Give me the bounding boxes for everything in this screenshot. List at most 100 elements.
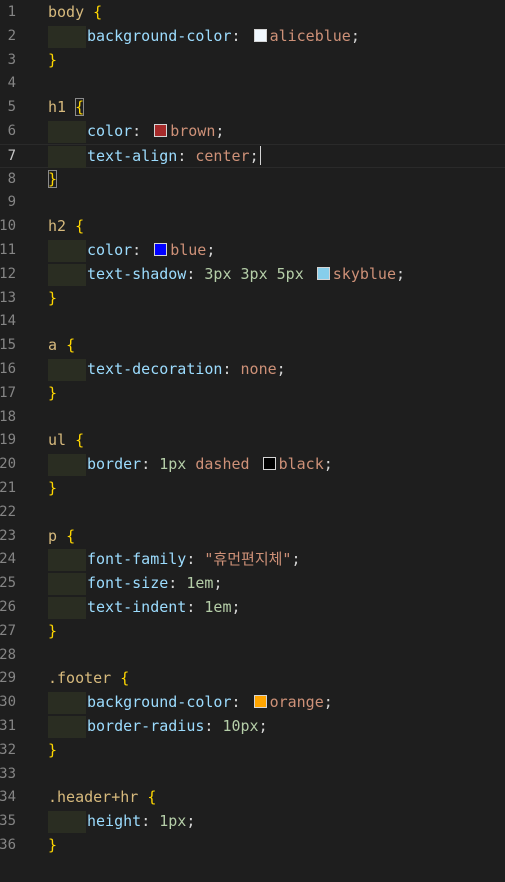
line-number: 11 <box>0 242 16 258</box>
color-swatch-icon[interactable] <box>154 243 168 256</box>
code-token: { <box>75 98 85 117</box>
code-line[interactable]: 13} <box>0 287 505 311</box>
line-number: 10 <box>0 218 16 235</box>
code-line[interactable]: 9 <box>0 191 505 215</box>
line-number: 35 <box>0 813 16 830</box>
line-number: 2 <box>7 27 16 44</box>
line-number: 12 <box>0 265 16 282</box>
indent-guide <box>48 25 86 48</box>
code-token: 3px <box>240 264 268 283</box>
line-number: 3 <box>7 51 16 68</box>
indent-guide <box>48 240 86 262</box>
code-token: orange <box>269 693 324 712</box>
code-line[interactable]: 17} <box>0 382 505 406</box>
code-line[interactable]: 33 <box>0 763 505 787</box>
code-token: { <box>93 3 103 21</box>
code-line[interactable]: 14 <box>0 310 505 334</box>
code-line[interactable]: 4 <box>0 72 505 96</box>
code-token: ; <box>249 146 259 165</box>
code-line[interactable]: 5 h1 { <box>0 96 505 120</box>
indent-guide <box>48 811 86 833</box>
line-number: 13 <box>0 289 16 306</box>
code-editor[interactable]: 1 body {2 background-color: aliceblue; 3} 4 5… <box>0 0 505 882</box>
color-swatch-icon[interactable] <box>154 124 168 137</box>
code-line[interactable]: 16 text-decoration: none; <box>0 358 505 382</box>
code-token: : <box>186 550 205 569</box>
code-line[interactable]: 12 text-shadow: 3px 3px 5px skyblue; <box>0 263 505 287</box>
indent-guide <box>48 549 86 572</box>
line-number: 19 <box>0 432 16 449</box>
line-code: } <box>48 49 57 73</box>
code-token: center <box>195 146 250 165</box>
code-line[interactable]: 20 border: 1px dashed black; <box>0 453 505 477</box>
code-token: ; <box>323 455 333 474</box>
code-line[interactable]: 2 background-color: aliceblue; <box>0 25 505 49</box>
code-line[interactable]: 18 <box>0 406 505 430</box>
line-number: 31 <box>0 718 16 734</box>
code-line[interactable]: 11 color: blue; <box>0 239 505 263</box>
code-line[interactable]: 31 border-radius: 10px; <box>0 715 505 739</box>
indent-guide <box>48 359 86 381</box>
code-line[interactable]: 22 <box>0 501 505 525</box>
line-code: font-family: "휴먼편지체"; <box>87 548 301 572</box>
code-token: } <box>48 50 58 69</box>
code-token: skyblue <box>332 264 396 283</box>
code-line[interactable]: 10 h2 { <box>0 215 505 239</box>
code-line[interactable]: 29 .footer { <box>0 667 505 691</box>
code-line[interactable]: 35 height: 1px; <box>0 810 505 834</box>
code-token: ; <box>186 812 196 831</box>
code-token: none <box>240 360 277 378</box>
color-swatch-icon[interactable] <box>253 28 267 42</box>
line-code: a { <box>48 334 75 358</box>
color-swatch-icon[interactable] <box>262 457 276 471</box>
code-line[interactable]: 36} <box>0 834 505 858</box>
code-line[interactable]: 24 font-family: "휴먼편지체"; <box>0 548 505 572</box>
code-token: } <box>48 479 58 497</box>
code-line[interactable]: 34 .header+hr { <box>0 786 505 810</box>
code-line[interactable]: 21} <box>0 477 505 501</box>
line-number: 28 <box>0 646 16 663</box>
line-number: 9 <box>7 194 16 211</box>
line-code: } <box>48 382 57 406</box>
code-line[interactable]: 6 color: brown; <box>0 120 505 144</box>
code-line[interactable]: 19 ul { <box>0 429 505 453</box>
code-token: 1em <box>186 574 214 593</box>
code-line[interactable]: 23 p { <box>0 525 505 549</box>
code-line[interactable]: 27} <box>0 620 505 644</box>
code-token: } <box>48 288 58 307</box>
code-token: { <box>120 669 130 688</box>
code-token: text-indent <box>87 598 187 616</box>
code-line[interactable]: 32} <box>0 739 505 763</box>
code-line[interactable]: 3} <box>0 49 505 73</box>
code-line[interactable]: 15 a { <box>0 334 505 358</box>
code-token: 3px <box>204 264 232 283</box>
color-swatch-icon[interactable] <box>316 266 330 280</box>
code-token: : <box>177 146 196 165</box>
line-number: 21 <box>0 480 16 496</box>
code-line[interactable]: 8} <box>0 168 505 192</box>
line-number: 30 <box>0 694 16 711</box>
code-token: : <box>141 455 160 474</box>
color-swatch-icon[interactable] <box>253 695 267 709</box>
indent-guide <box>48 145 86 168</box>
code-line[interactable]: 25 font-size: 1em; <box>0 572 505 596</box>
code-line[interactable]: 26 text-indent: 1em; <box>0 596 505 620</box>
line-code: text-decoration: none; <box>87 358 286 382</box>
code-line[interactable]: 28 <box>0 644 505 668</box>
code-line[interactable]: 7 text-align: center; <box>0 143 505 169</box>
code-token: ; <box>291 550 301 569</box>
code-token: ul <box>48 431 67 450</box>
line-number: 34 <box>0 789 16 806</box>
code-line[interactable]: 1 body { <box>0 1 505 25</box>
code-token: 1px <box>159 812 187 831</box>
code-line[interactable]: 30 background-color: orange; <box>0 691 505 715</box>
line-number: 22 <box>0 503 16 520</box>
code-token: { <box>147 788 157 807</box>
line-code: h2 { <box>48 215 84 239</box>
code-token: a <box>48 336 58 355</box>
line-code: text-align: center; <box>87 145 261 169</box>
